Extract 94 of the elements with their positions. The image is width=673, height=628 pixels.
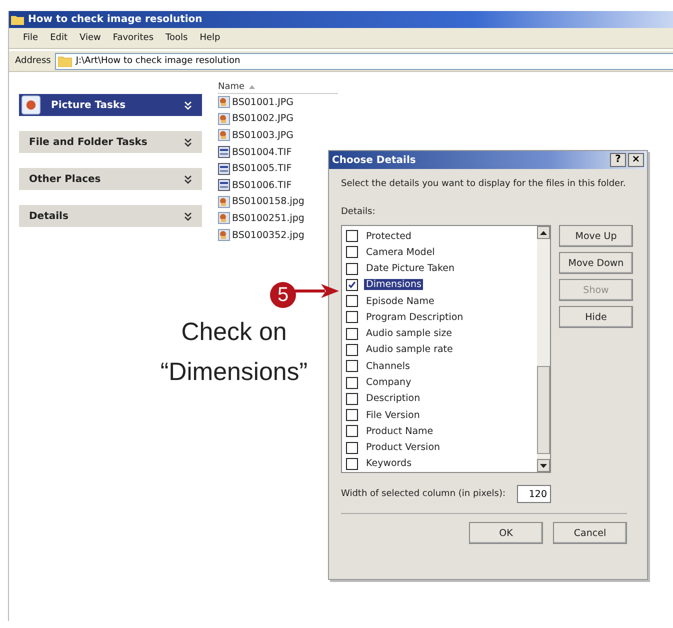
file-name[interactable]: BS01006.TIF [232, 180, 292, 191]
ok-button[interactable]: OK [469, 522, 543, 544]
detail-item[interactable]: Company [364, 377, 414, 388]
menu-item[interactable]: File [23, 33, 38, 43]
task-panel-header[interactable]: Details [19, 205, 202, 227]
image-file-icon [218, 146, 230, 158]
photo-file-icon [218, 96, 230, 108]
file-name[interactable]: BS0100251.jpg [232, 212, 304, 224]
image-file-icon [218, 179, 230, 192]
column-width-field[interactable]: 120 [517, 485, 551, 503]
dialog-button[interactable]: Move Up [559, 225, 633, 247]
detail-item[interactable]: Date Picture Taken [364, 263, 456, 274]
double-chevron-icon [184, 138, 192, 146]
checkbox[interactable] [346, 278, 358, 291]
detail-item[interactable]: Audio sample rate [364, 344, 455, 356]
image-file-icon [218, 162, 230, 175]
task-panel-title: Other Places [29, 174, 101, 184]
folder-icon [58, 56, 72, 66]
detail-item[interactable]: Program Description [364, 312, 466, 323]
detail-item[interactable]: Channels [364, 360, 412, 372]
menu-item[interactable]: Tools [166, 33, 188, 43]
checkbox[interactable] [346, 230, 358, 242]
file-name[interactable]: BS0100158.jpg [232, 196, 304, 208]
checkbox[interactable] [346, 409, 358, 422]
scroll-up-icon [540, 230, 547, 234]
dialog-title: Choose Details [332, 154, 416, 166]
menu-item[interactable]: Favorites [112, 33, 154, 43]
file-name[interactable]: BS01004.TIF [232, 146, 292, 158]
file-name[interactable]: BS01005.TIF [232, 163, 292, 174]
address-value: J:\Art\How to check image resolution [76, 56, 240, 66]
checkbox[interactable] [346, 425, 358, 438]
close-button[interactable]: × [628, 153, 644, 167]
file-name[interactable]: BS01003.JPG [232, 130, 294, 141]
column-title: Name [218, 82, 245, 92]
double-chevron-icon [184, 174, 192, 184]
detail-item[interactable]: Description [364, 393, 422, 404]
cancel-button[interactable]: Cancel [553, 522, 627, 544]
checkbox[interactable] [346, 360, 358, 372]
dialog-description: Select the details you want to display for the files in this folder. [341, 179, 627, 189]
photo-file-icon [218, 212, 230, 224]
folder-icon [11, 14, 24, 24]
checkbox[interactable] [346, 442, 358, 454]
checkbox[interactable] [346, 246, 358, 258]
scrollbar[interactable] [537, 226, 550, 472]
checkbox[interactable] [346, 262, 358, 275]
picture-icon [21, 95, 41, 115]
detail-item[interactable]: File Version [364, 410, 422, 421]
checkmark-icon [348, 280, 356, 289]
detail-item[interactable]: Product Version [364, 442, 442, 454]
checkbox[interactable] [346, 311, 358, 324]
photo-file-icon [218, 112, 230, 125]
task-panel-title: File and Folder Tasks [29, 136, 148, 148]
step-caption: Check on “Dimensions” [159, 317, 309, 388]
name-column-header[interactable]: Name [218, 80, 338, 94]
scroll-down-icon [540, 464, 547, 468]
checkbox[interactable] [346, 344, 358, 356]
checkbox[interactable] [346, 328, 358, 340]
task-panel-title: Picture Tasks [51, 100, 126, 110]
details-label: Details: [341, 207, 376, 217]
dialog-button[interactable]: Move Down [559, 252, 633, 274]
photo-file-icon [218, 196, 230, 208]
address-label: Address [15, 56, 51, 66]
menu-item[interactable]: Edit [50, 33, 68, 43]
detail-item[interactable]: Protected [364, 230, 414, 242]
sort-arrow-icon [248, 84, 255, 88]
photo-file-icon [218, 129, 230, 142]
task-panel-header[interactable]: Other Places [19, 168, 202, 190]
detail-item[interactable]: Product Name [364, 426, 436, 437]
file-name[interactable]: BS01001.JPG [232, 96, 294, 108]
menu-item[interactable]: Help [200, 33, 220, 43]
detail-item[interactable]: Camera Model [364, 246, 437, 258]
detail-item[interactable]: Keywords [364, 458, 414, 470]
menu-item[interactable]: View [80, 33, 101, 43]
file-name[interactable]: BS0100352.jpg [232, 230, 304, 241]
help-button[interactable]: ? [610, 153, 626, 167]
window-title: How to check image resolution [28, 14, 202, 25]
task-panel-header[interactable]: File and Folder Tasks [19, 131, 202, 153]
dialog-button[interactable]: Hide [559, 306, 633, 328]
double-chevron-icon [184, 212, 192, 220]
double-chevron-icon [184, 100, 192, 110]
detail-item[interactable]: Dimensions [364, 279, 424, 290]
column-width-label: Width of selected column (in pixels): [341, 489, 506, 499]
task-panel-header[interactable]: Picture Tasks [19, 94, 202, 116]
detail-item[interactable]: Episode Name [364, 296, 436, 307]
task-panel-title: Details [29, 210, 68, 222]
checkbox[interactable] [346, 295, 358, 308]
photo-file-icon [218, 229, 230, 242]
checkbox[interactable] [346, 458, 358, 470]
file-name[interactable]: BS01002.JPG [232, 113, 294, 124]
checkbox[interactable] [346, 376, 358, 389]
address-field[interactable]: J:\Art\How to check image resolution [54, 52, 673, 70]
detail-item[interactable]: Audio sample size [364, 328, 454, 340]
checkbox[interactable] [346, 392, 358, 405]
callout-arrow [295, 283, 339, 299]
